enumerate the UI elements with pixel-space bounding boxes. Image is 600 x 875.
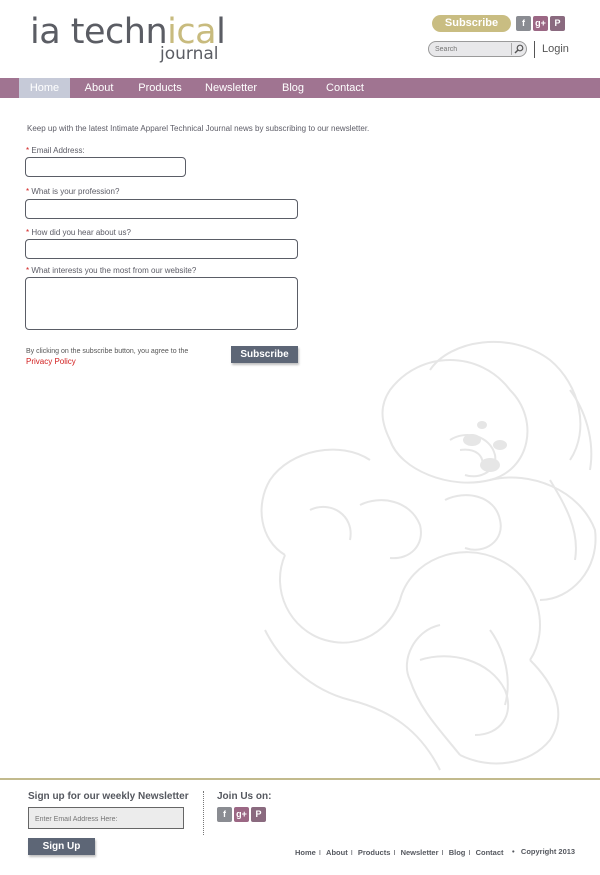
intro-text: Keep up with the latest Intimate Apparel… [27, 124, 370, 133]
footer-facebook-icon[interactable]: f [217, 807, 232, 822]
email-field[interactable] [25, 157, 186, 177]
interests-label: * What interests you the most from our w… [26, 266, 197, 275]
facebook-icon[interactable]: f [516, 16, 531, 31]
email-label: * Email Address: [26, 146, 85, 155]
profession-label: * What is your profession? [26, 187, 120, 196]
join-us-title: Join Us on: [217, 791, 272, 802]
google-plus-icon[interactable]: g+ [533, 16, 548, 31]
footer-link-contact[interactable]: Contact [476, 848, 504, 857]
footer-google-plus-icon[interactable]: g+ [234, 807, 249, 822]
footer-email-box [28, 807, 184, 830]
footer-pinterest-icon[interactable]: P [251, 807, 266, 822]
nav-item-home[interactable]: Home [19, 78, 70, 98]
nav-item-about[interactable]: About [76, 78, 122, 98]
footer-link-blog[interactable]: Blog [449, 848, 466, 857]
required-mark: * [26, 187, 30, 196]
logo-subtitle: journal [160, 44, 219, 64]
search-box [428, 41, 527, 57]
required-mark: * [26, 266, 30, 275]
footer-newsletter-title: Sign up for our weekly Newsletter [28, 791, 189, 802]
login-link[interactable]: Login [542, 43, 569, 55]
hear-about-label: * How did you hear about us? [26, 228, 131, 237]
terms-text: By clicking on the subscribe button, you… [26, 348, 189, 366]
floral-background-illustration [260, 340, 597, 771]
subscribe-button[interactable]: Subscribe [231, 346, 298, 363]
copyright: • Copyright 2013 [512, 847, 576, 856]
search-icon [514, 44, 524, 54]
nav-item-products[interactable]: Products [133, 78, 187, 98]
header-divider [534, 41, 535, 58]
required-mark: * [26, 228, 30, 237]
nav-item-newsletter[interactable]: Newsletter [200, 78, 262, 98]
profession-field[interactable] [25, 199, 298, 219]
required-mark: * [26, 146, 30, 155]
nav-item-blog[interactable]: Blog [276, 78, 310, 98]
footer-links: Home I About I Products I Newsletter I Blog I… [295, 848, 504, 857]
privacy-policy-link[interactable]: Privacy Policy [26, 357, 76, 366]
pinterest-icon[interactable]: P [550, 16, 565, 31]
footer-divider [0, 778, 600, 780]
interests-textarea[interactable] [25, 277, 298, 330]
subscribe-now-button[interactable]: Subscribe Now! [432, 15, 511, 46]
hear-about-field[interactable] [25, 239, 298, 259]
footer-link-newsletter[interactable]: Newsletter [401, 848, 439, 857]
sign-up-button[interactable]: Sign Up [28, 838, 95, 855]
footer-link-about[interactable]: About [326, 848, 348, 857]
footer-email-input[interactable] [29, 809, 183, 830]
site-logo[interactable]: ia technical journal [30, 12, 230, 68]
main-nav: Home About Products Newsletter Blog Cont… [0, 78, 600, 98]
search-input[interactable] [435, 43, 507, 55]
nav-item-contact[interactable]: Contact [322, 78, 368, 98]
bullet: • [512, 847, 515, 856]
search-button[interactable] [511, 43, 525, 55]
footer-link-home[interactable]: Home [295, 848, 316, 857]
footer-dotted-divider [203, 791, 204, 835]
footer-link-products[interactable]: Products [358, 848, 391, 857]
